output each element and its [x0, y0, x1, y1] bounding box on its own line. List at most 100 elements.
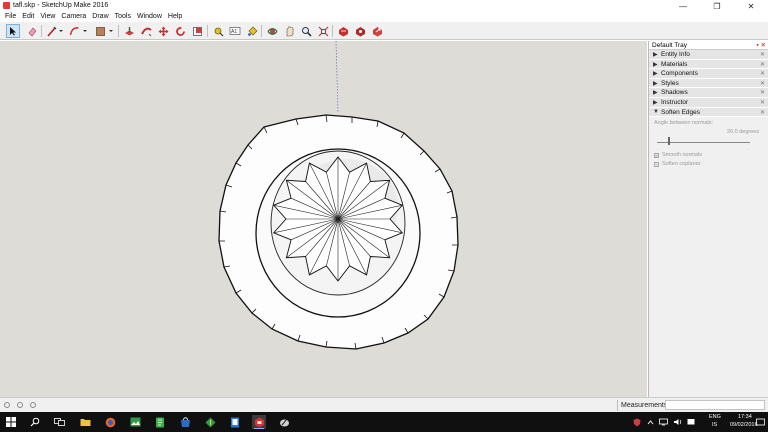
paint-bucket-tool-icon[interactable] — [245, 24, 259, 38]
panel-styles[interactable]: ▶ Styles ✕ — [649, 78, 768, 89]
chevron-up-icon[interactable] — [643, 415, 657, 429]
push-pull-tool-icon[interactable] — [122, 24, 136, 38]
panel-materials[interactable]: ▶ Materials ✕ — [649, 59, 768, 70]
soften-edges-body: Angle between normals: 20.0 degrees - - … — [649, 117, 768, 174]
model-drawing — [218, 41, 459, 350]
language-indicator-bottom[interactable]: IS — [712, 422, 717, 428]
tray-header: Default Tray ▪ ✕ — [649, 41, 768, 50]
chevron-down-icon[interactable] — [107, 24, 115, 38]
minimize-button[interactable]: — — [666, 0, 700, 12]
sketchup-logo-icon — [3, 2, 10, 9]
panel-entity-info[interactable]: ▶ Entity Info ✕ — [649, 50, 768, 60]
notes-app-icon[interactable] — [153, 415, 167, 429]
panel-label: Instructor — [661, 98, 689, 106]
angle-slider-thumb[interactable] — [668, 137, 671, 146]
tape-measure-tool-icon[interactable] — [211, 24, 225, 38]
maximize-button[interactable]: ❐ — [700, 0, 734, 12]
angle-slider-track[interactable] — [657, 142, 750, 144]
close-icon[interactable]: ✕ — [760, 80, 765, 87]
panel-components[interactable]: ▶ Components ✕ — [649, 69, 768, 79]
pan-tool-icon[interactable] — [282, 24, 296, 38]
menu-edit[interactable]: Edit — [19, 12, 37, 22]
zoom-tool-icon[interactable] — [299, 24, 313, 38]
text-tool-icon[interactable]: A1 — [228, 24, 242, 38]
clock-time[interactable]: 17:34 — [738, 414, 752, 420]
follow-me-tool-icon[interactable] — [139, 24, 153, 38]
search-icon[interactable] — [28, 415, 42, 429]
geo-location-icon[interactable] — [4, 402, 10, 408]
close-icon[interactable]: ✕ — [760, 61, 765, 68]
sketchup-taskbar-icon[interactable] — [252, 415, 266, 429]
volume-icon[interactable] — [670, 415, 684, 429]
credits-icon[interactable] — [17, 402, 23, 408]
zoom-extents-tool-icon[interactable] — [316, 24, 330, 38]
shapes-tool-icon[interactable] — [93, 24, 107, 38]
slider-max-tick: - — [747, 146, 749, 152]
maps-app-icon[interactable] — [203, 415, 217, 429]
orbit-tool-icon[interactable] — [265, 24, 279, 38]
pen-app-icon[interactable] — [277, 415, 291, 429]
shield-icon[interactable] — [630, 415, 644, 429]
close-icon[interactable]: ✕ — [760, 89, 765, 96]
menu-window[interactable]: Window — [134, 12, 165, 22]
language-indicator-top[interactable]: ENG — [709, 414, 721, 420]
menu-file[interactable]: File — [2, 12, 19, 22]
menu-help[interactable]: Help — [165, 12, 185, 22]
rotate-tool-icon[interactable] — [173, 24, 187, 38]
calculator-icon[interactable] — [228, 415, 242, 429]
panel-label: Shadows — [661, 89, 688, 97]
collapse-arrow-icon: ▼ — [653, 108, 659, 115]
menu-draw[interactable]: Draw — [89, 12, 111, 22]
menu-view[interactable]: View — [37, 12, 58, 22]
svg-text:A1: A1 — [231, 29, 237, 35]
eraser-tool-icon[interactable] — [25, 24, 39, 38]
close-button[interactable]: ✕ — [734, 0, 768, 12]
scale-tool-icon[interactable] — [190, 24, 204, 38]
user-icon[interactable] — [30, 402, 36, 408]
store-app-icon[interactable] — [178, 415, 192, 429]
smooth-normals-label: Smooth normals — [662, 152, 703, 159]
extension-warehouse-icon[interactable] — [353, 24, 367, 38]
photos-icon[interactable] — [128, 415, 142, 429]
panel-label: Materials — [661, 60, 688, 68]
3d-warehouse-icon[interactable] — [336, 24, 350, 38]
panel-label: Components — [661, 70, 698, 78]
windows-taskbar: ENG IS 17:34 09/02/2016 — [0, 412, 768, 432]
windows-start-icon[interactable] — [4, 415, 18, 429]
select-tool-icon[interactable] — [6, 24, 20, 38]
notification-icon[interactable] — [684, 415, 698, 429]
model-viewport[interactable] — [0, 41, 647, 397]
menu-camera[interactable]: Camera — [58, 12, 89, 22]
soften-coplanar-checkbox[interactable]: Soften coplanar — [654, 161, 701, 167]
tray-close-icon[interactable]: ▪ ✕ — [756, 41, 766, 49]
chevron-down-icon[interactable] — [81, 24, 89, 38]
action-center-icon[interactable] — [754, 415, 766, 429]
task-view-icon[interactable] — [52, 415, 66, 429]
chevron-down-icon[interactable] — [57, 24, 65, 38]
tray-title: Default Tray — [652, 42, 688, 49]
expand-arrow-icon: ▶ — [653, 80, 658, 87]
network-icon[interactable] — [656, 415, 670, 429]
smooth-normals-checkbox[interactable]: ✓ Smooth normals — [654, 152, 702, 158]
window-controls: — ❐ ✕ — [666, 0, 768, 12]
menu-tools[interactable]: Tools — [112, 12, 134, 22]
soften-coplanar-label: Soften coplanar — [662, 161, 701, 168]
close-icon[interactable]: ✕ — [760, 51, 765, 58]
file-explorer-icon[interactable] — [78, 415, 92, 429]
share-model-icon[interactable] — [370, 24, 384, 38]
close-icon[interactable]: ✕ — [760, 109, 765, 116]
panel-instructor[interactable]: ▶ Instructor ✕ — [649, 97, 768, 108]
angle-value: 20.0 degrees — [727, 129, 760, 136]
panel-shadows[interactable]: ▶ Shadows ✕ — [649, 88, 768, 98]
move-tool-icon[interactable] — [156, 24, 170, 38]
panel-soften-edges[interactable]: ▼ Soften Edges ✕ — [649, 107, 768, 118]
angle-label: Angle between normals: — [654, 120, 714, 127]
firefox-icon[interactable] — [103, 415, 117, 429]
close-icon[interactable]: ✕ — [760, 70, 765, 77]
arc-tool-icon[interactable] — [67, 24, 81, 38]
measurements-input[interactable] — [665, 400, 765, 410]
expand-arrow-icon: ▶ — [653, 90, 658, 97]
close-icon[interactable]: ✕ — [760, 99, 765, 106]
active-indicator — [254, 428, 264, 429]
line-tool-icon[interactable] — [44, 24, 58, 38]
